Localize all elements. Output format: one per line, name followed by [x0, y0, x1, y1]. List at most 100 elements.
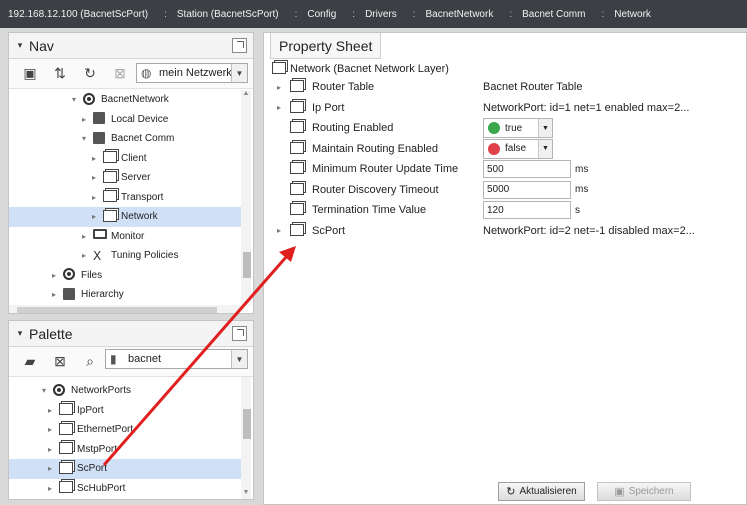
home-icon[interactable]: ▣ — [19, 64, 41, 84]
folder-icon — [290, 162, 304, 176]
chevron-down-icon[interactable]: ▼ — [231, 64, 247, 82]
collapsed-arrow-icon[interactable]: ▸ — [89, 173, 99, 182]
nav-scrollbar[interactable]: ▲ — [241, 90, 251, 306]
property-name: Routing Enabled — [312, 122, 394, 134]
tree-item[interactable]: ▸ Hierarchy — [9, 285, 241, 305]
collapsed-arrow-icon[interactable]: ▸ — [79, 115, 89, 124]
folder-icon — [290, 203, 304, 217]
collapsed-arrow-icon[interactable]: ▸ — [272, 103, 286, 112]
value-input[interactable]: 500 — [483, 160, 571, 178]
collapse-icon[interactable]: ▾ — [11, 328, 29, 339]
palette-module-select[interactable]: ▮ bacnet ▼ — [105, 349, 248, 369]
save-button[interactable]: ▣ Speichern — [597, 482, 691, 501]
boolean-select-value: true — [505, 122, 523, 134]
palette-title: Palette — [29, 325, 73, 342]
collapsed-arrow-icon[interactable]: ▸ — [45, 484, 55, 493]
collapsed-arrow-icon[interactable]: ▸ — [45, 406, 55, 415]
tree-item-label: EthernetPort — [77, 424, 134, 436]
value-input[interactable]: 5000 — [483, 180, 571, 199]
open-folder-icon[interactable]: ▰ — [19, 352, 41, 372]
breadcrumb-item[interactable]: BacnetNetwork — [426, 9, 494, 20]
palette-scrollbar[interactable]: ▼ — [241, 377, 251, 499]
close-icon[interactable]: ⊠ — [49, 352, 71, 372]
tab-property-sheet[interactable]: Property Sheet — [270, 33, 382, 59]
tree-item[interactable]: ▾ BacnetNetwork — [9, 90, 241, 110]
status-dot-icon — [488, 122, 500, 134]
boolean-select[interactable]: true ▼ — [483, 118, 553, 138]
refresh-button[interactable]: ↻ Aktualisieren — [498, 482, 585, 501]
value-input[interactable]: 120 — [483, 201, 571, 219]
collapsed-arrow-icon[interactable]: ▸ — [89, 154, 99, 163]
unit-label: s — [575, 204, 580, 216]
tree-item[interactable]: ▸ ScHubPort — [9, 479, 241, 499]
tree-item[interactable]: ▸ Ⅹ Tuning Policies — [9, 246, 241, 266]
maximize-icon[interactable] — [232, 38, 247, 53]
collapsed-arrow-icon[interactable]: ▸ — [45, 464, 55, 473]
nav-hscroll-thumb[interactable] — [17, 307, 217, 313]
tree-item[interactable]: ▸ Local Device — [9, 110, 241, 130]
tree-item[interactable]: ▸ ScPort — [9, 459, 241, 479]
collapsed-arrow-icon[interactable]: ▸ — [79, 251, 89, 260]
breadcrumb-item[interactable]: Network — [614, 9, 651, 20]
property-row: ▸ Router Table Bacnet Router Table — [272, 77, 738, 97]
tree-item[interactable]: ▸ Network — [9, 207, 241, 227]
chevron-down-icon[interactable]: ▼ — [538, 139, 552, 158]
collapsed-arrow-icon[interactable]: ▸ — [272, 83, 286, 92]
collapsed-arrow-icon[interactable]: ▸ — [89, 212, 99, 221]
tree-item[interactable]: ▸ Files — [9, 266, 241, 286]
breadcrumb-separator: : — [601, 8, 605, 20]
tree-item[interactable]: ▸ Client — [9, 149, 241, 169]
refresh-icon[interactable]: ↻ — [79, 64, 101, 84]
tree-item[interactable]: ▾ NetworkPorts — [9, 381, 241, 401]
breadcrumb-item[interactable]: Drivers — [365, 9, 397, 20]
monitor-icon — [93, 229, 107, 243]
property-name: Router Discovery Timeout — [312, 183, 439, 196]
nav-scroll-thumb[interactable] — [243, 252, 251, 278]
folder-icon — [59, 442, 73, 456]
folder-icon — [103, 170, 117, 185]
collapsed-arrow-icon[interactable]: ▸ — [49, 271, 59, 280]
unit-label: ms — [575, 163, 589, 175]
maximize-icon[interactable] — [232, 326, 247, 341]
tree-item-label: NetworkPorts — [71, 385, 132, 397]
tree-item[interactable]: ▾ Bacnet Comm — [9, 129, 241, 149]
collapsed-arrow-icon[interactable]: ▸ — [89, 193, 99, 202]
chevron-down-icon[interactable]: ▼ — [231, 350, 247, 368]
breadcrumb-separator: : — [412, 8, 416, 20]
property-root[interactable]: Network (Bacnet Network Layer) — [272, 60, 449, 78]
close-icon[interactable]: ⊠ — [109, 64, 131, 84]
property-value-text: NetworkPort: id=1 net=1 enabled max=2... — [483, 101, 690, 114]
sync-arrows-icon[interactable]: ⇅ — [49, 64, 71, 84]
expanded-arrow-icon[interactable]: ▾ — [39, 386, 49, 395]
network-select[interactable]: ◍ mein Netzwerk ▼ — [136, 63, 248, 83]
collapsed-arrow-icon[interactable]: ▸ — [79, 232, 89, 241]
tree-item[interactable]: ▸ EthernetPort — [9, 420, 241, 440]
tree-item[interactable]: ▸ Transport — [9, 188, 241, 208]
search-icon[interactable]: ⌕ — [79, 352, 101, 372]
expanded-arrow-icon[interactable]: ▾ — [79, 134, 89, 143]
scroll-up-icon[interactable]: ▲ — [241, 90, 251, 100]
tree-item[interactable]: ▸ Server — [9, 168, 241, 188]
collapse-icon[interactable]: ▾ — [11, 40, 29, 51]
breadcrumb-item[interactable]: Station (BacnetScPort) — [177, 9, 279, 20]
expanded-arrow-icon[interactable]: ▾ — [69, 95, 79, 104]
chevron-down-icon[interactable]: ▼ — [538, 119, 552, 137]
tree-item[interactable]: ▸ MstpPort — [9, 440, 241, 460]
tree-item[interactable]: ▸ IpPort — [9, 401, 241, 421]
tree-item[interactable]: ▸ Monitor — [9, 227, 241, 247]
tree-item-label: Monitor — [111, 230, 145, 242]
collapsed-arrow-icon[interactable]: ▸ — [49, 290, 59, 299]
collapsed-arrow-icon[interactable]: ▸ — [45, 425, 55, 434]
nav-header: ▾ Nav — [9, 33, 253, 59]
breadcrumb-item[interactable]: 192.168.12.100 (BacnetScPort) — [8, 9, 148, 20]
nav-hscrollbar[interactable] — [9, 305, 241, 313]
collapsed-arrow-icon[interactable]: ▸ — [45, 445, 55, 454]
collapsed-arrow-icon[interactable]: ▸ — [272, 226, 286, 235]
scroll-down-icon[interactable]: ▼ — [241, 489, 251, 499]
breadcrumb-item[interactable]: Config — [307, 9, 336, 20]
palette-scroll-thumb[interactable] — [243, 409, 251, 439]
tree-item-label: Hierarchy — [81, 289, 124, 301]
breadcrumb-item[interactable]: Bacnet Comm — [522, 9, 585, 20]
boolean-select[interactable]: false ▼ — [483, 138, 553, 159]
refresh-button-label: Aktualisieren — [519, 486, 577, 497]
